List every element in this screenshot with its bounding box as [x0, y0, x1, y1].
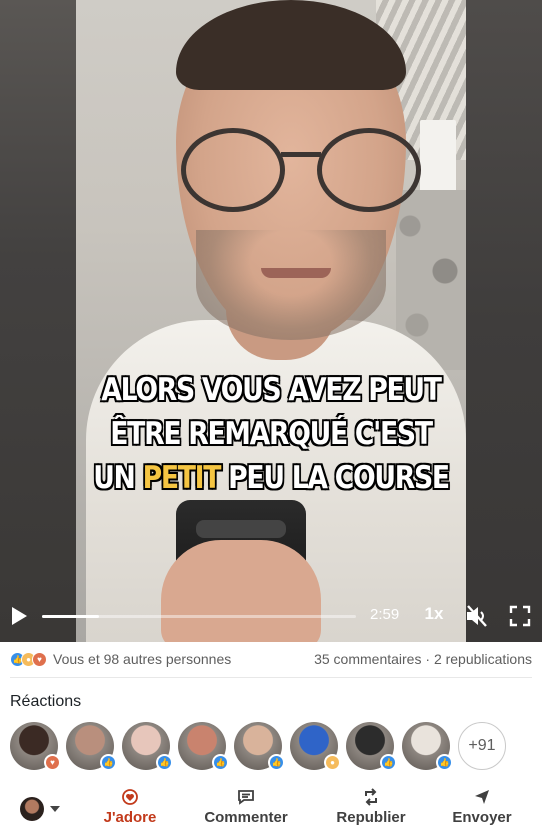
reactions-heading: Réactions: [10, 693, 82, 710]
progress-fill: [42, 615, 99, 618]
like-badge-icon: 👍: [100, 754, 117, 771]
send-icon: [473, 788, 491, 806]
speaker-glasses: [181, 128, 421, 218]
speaker-mouth: [261, 268, 331, 278]
repost-button[interactable]: Republier: [332, 788, 410, 832]
caption-line-1: ALORS VOUS AVEZ PEUT: [101, 372, 442, 408]
video-frame: [76, 0, 466, 642]
caption-highlight-word: PETIT: [142, 460, 222, 496]
fullscreen-button[interactable]: [506, 602, 534, 630]
like-badge-icon: 👍: [268, 754, 285, 771]
reactor-avatar[interactable]: 👍: [178, 722, 229, 771]
glasses-bridge: [281, 152, 321, 157]
caption-line-3: UN PETIT PEU LA COURSE: [93, 460, 450, 496]
social-counts-row: 👍 ● ♥ Vous et 98 autres personnes 35 com…: [0, 642, 542, 676]
adore-button[interactable]: J'adore: [100, 788, 160, 832]
reposts-count-link[interactable]: 2 republications: [434, 651, 532, 667]
glasses-lens-left: [181, 128, 285, 212]
count-separator: ·: [421, 651, 434, 667]
more-reactors-button[interactable]: +91: [458, 722, 506, 770]
comment-icon: [237, 788, 255, 806]
comments-reposts-summary: 35 commentaires · 2 republications: [314, 651, 532, 667]
adore-label: J'adore: [103, 809, 157, 826]
send-button[interactable]: Envoyer: [450, 788, 514, 832]
time-remaining: 2:59: [370, 606, 400, 623]
like-badge-icon: 👍: [436, 754, 453, 771]
send-label: Envoyer: [452, 809, 512, 826]
divider: [10, 677, 532, 678]
comment-button[interactable]: Commenter: [200, 788, 292, 832]
avatar: [20, 797, 44, 821]
reactor-avatar[interactable]: ♥: [10, 722, 61, 771]
fullscreen-icon: [509, 605, 531, 627]
comments-count-link[interactable]: 35 commentaires: [314, 651, 421, 667]
reactor-avatar[interactable]: 👍: [234, 722, 285, 771]
reactor-avatar[interactable]: ●: [290, 722, 341, 771]
reaction-identity-selector[interactable]: [20, 795, 66, 823]
insight-badge-icon: ●: [324, 754, 341, 771]
reactor-avatar[interactable]: 👍: [122, 722, 173, 771]
reactor-avatars: 👍 👍 ● 👍 👍 👍 👍 ♥ +91: [10, 722, 532, 776]
reactor-avatar[interactable]: 👍: [346, 722, 397, 771]
love-reaction-icon: ♥: [32, 651, 47, 667]
like-badge-icon: 👍: [156, 754, 173, 771]
reactor-avatar[interactable]: 👍: [66, 722, 117, 771]
volume-muted-icon: [467, 605, 487, 627]
love-badge-icon: ♥: [44, 754, 61, 771]
comment-label: Commenter: [204, 809, 288, 826]
reaction-summary-icons[interactable]: 👍 ● ♥: [10, 651, 47, 667]
speaker-beard: [196, 230, 386, 340]
progress-bar[interactable]: [42, 615, 356, 618]
video-player[interactable]: ALORS VOUS AVEZ PEUT ÊTRE REMARQUÉ C'EST…: [0, 0, 542, 642]
device-ring: [196, 520, 286, 538]
post-action-bar: J'adore Commenter Republier Envoyer: [0, 782, 542, 838]
playback-speed-button[interactable]: 1x: [420, 604, 448, 624]
video-controls: 2:59 1x: [0, 596, 542, 636]
play-icon: [12, 607, 27, 625]
chevron-down-icon: [50, 806, 60, 812]
video-letterbox-right: [466, 0, 542, 642]
repost-label: Republier: [336, 809, 406, 826]
reactions-count-link[interactable]: Vous et 98 autres personnes: [53, 651, 231, 667]
speaker-hair: [176, 0, 406, 90]
video-letterbox-left: [0, 0, 76, 642]
play-button[interactable]: [6, 602, 32, 630]
progress-scrubber[interactable]: [94, 611, 104, 621]
like-badge-icon: 👍: [380, 754, 397, 771]
caption-line-2: ÊTRE REMARQUÉ C'EST: [110, 416, 433, 452]
mute-button[interactable]: [462, 602, 492, 630]
repost-icon: [362, 788, 380, 806]
glasses-lens-right: [317, 128, 421, 212]
heart-icon: [121, 788, 139, 806]
video-caption: ALORS VOUS AVEZ PEUT ÊTRE REMARQUÉ C'EST…: [38, 368, 504, 500]
like-badge-icon: 👍: [212, 754, 229, 771]
reactor-avatar[interactable]: 👍: [402, 722, 453, 771]
